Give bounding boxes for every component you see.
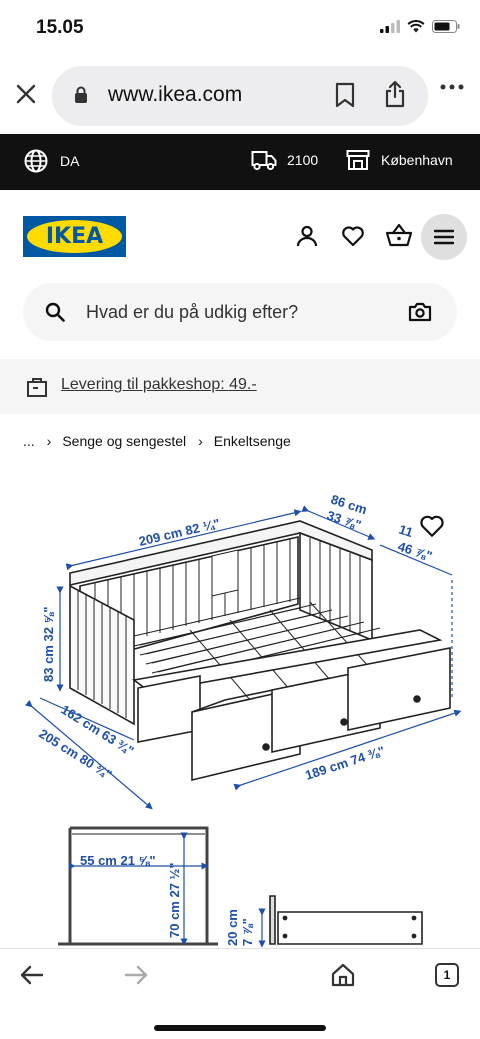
language-selector[interactable]: DA xyxy=(24,149,79,173)
delivery-postcode[interactable]: 2100 xyxy=(251,149,318,171)
logo-text: IKEA xyxy=(45,224,104,249)
wifi-icon xyxy=(407,20,425,33)
close-icon xyxy=(16,84,36,104)
breadcrumb-item[interactable]: Enkeltsenge xyxy=(214,433,291,449)
dim-height: 83 cm 32 ⅝" xyxy=(41,606,56,682)
parcel-shop-icon xyxy=(27,378,47,397)
tabs-count: 1 xyxy=(443,968,451,982)
browser-bottom-toolbar: 1 xyxy=(0,948,480,1039)
home-indicator xyxy=(154,1025,326,1031)
store-icon xyxy=(346,150,370,170)
dim-inner-height: 70 cm 27 ½" xyxy=(167,862,182,938)
close-tab-button[interactable] xyxy=(12,80,40,108)
favourite-heart-icon[interactable] xyxy=(419,513,445,539)
store-label: København xyxy=(381,152,453,168)
language-label: DA xyxy=(60,153,80,169)
profile-icon[interactable] xyxy=(295,224,319,248)
heart-icon[interactable] xyxy=(341,224,365,248)
back-arrow-icon[interactable] xyxy=(20,964,44,986)
dim-drawer-height-inch: 7 ⅞" xyxy=(240,918,255,946)
status-bar: 15.05 xyxy=(0,0,480,58)
search-bar[interactable]: Hvad er du på udkig efter? xyxy=(23,283,457,341)
product-dimension-diagram[interactable]: 209 cm 82 ¼" 86 cm 33 ⅞" 11 46 ⅞" 83 cm … xyxy=(0,470,480,948)
site-header: IKEA xyxy=(0,190,480,282)
store-selector[interactable]: København xyxy=(346,149,453,171)
battery-icon xyxy=(432,20,460,33)
share-icon[interactable] xyxy=(384,80,406,108)
postcode-label: 2100 xyxy=(287,152,319,168)
chevron-right-icon: › xyxy=(46,433,52,449)
dim-drawer-height: 20 cm xyxy=(225,909,240,946)
dim-inner-width: 55 cm 21 ⅝" xyxy=(80,853,156,868)
bookmark-icon[interactable] xyxy=(334,82,356,108)
breadcrumb-item[interactable]: Senge og sengestel xyxy=(62,433,186,449)
promo-link[interactable]: Levering til pakkeshop: 49.- xyxy=(61,376,257,394)
search-icon xyxy=(45,302,65,322)
menu-button[interactable] xyxy=(421,214,467,260)
delivery-truck-icon xyxy=(251,151,277,171)
more-options-icon[interactable] xyxy=(440,84,464,90)
logo-oval: IKEA xyxy=(27,220,122,253)
hamburger-menu-icon xyxy=(434,229,454,245)
status-time: 15.05 xyxy=(36,17,84,38)
top-utility-bar: DA 2100 København xyxy=(0,134,480,190)
address-bar[interactable]: www.ikea.com xyxy=(52,66,428,126)
camera-search-icon[interactable] xyxy=(408,301,432,323)
ikea-logo[interactable]: IKEA xyxy=(23,216,126,257)
dim-depth-right: 11 xyxy=(397,522,415,541)
globe-icon xyxy=(24,149,48,173)
delivery-promo-banner: Levering til pakkeshop: 49.- xyxy=(0,359,480,414)
forward-arrow-icon[interactable] xyxy=(124,964,148,986)
breadcrumb: ... › Senge og sengestel › Enkeltsenge xyxy=(23,433,291,449)
url-text: www.ikea.com xyxy=(108,83,243,106)
lock-icon xyxy=(75,86,87,103)
home-icon[interactable] xyxy=(331,963,355,987)
chevron-right-icon: › xyxy=(198,433,203,449)
search-placeholder: Hvad er du på udkig efter? xyxy=(86,302,299,322)
shopping-basket-icon[interactable] xyxy=(385,222,413,248)
cellular-signal-icon xyxy=(380,20,400,33)
breadcrumb-ellipsis[interactable]: ... xyxy=(23,433,35,449)
browser-address-row: www.ikea.com xyxy=(0,58,480,134)
status-icons xyxy=(380,20,460,33)
tabs-button[interactable]: 1 xyxy=(435,963,459,987)
dim-front-length: 189 cm 74 ⅜" xyxy=(303,743,386,783)
